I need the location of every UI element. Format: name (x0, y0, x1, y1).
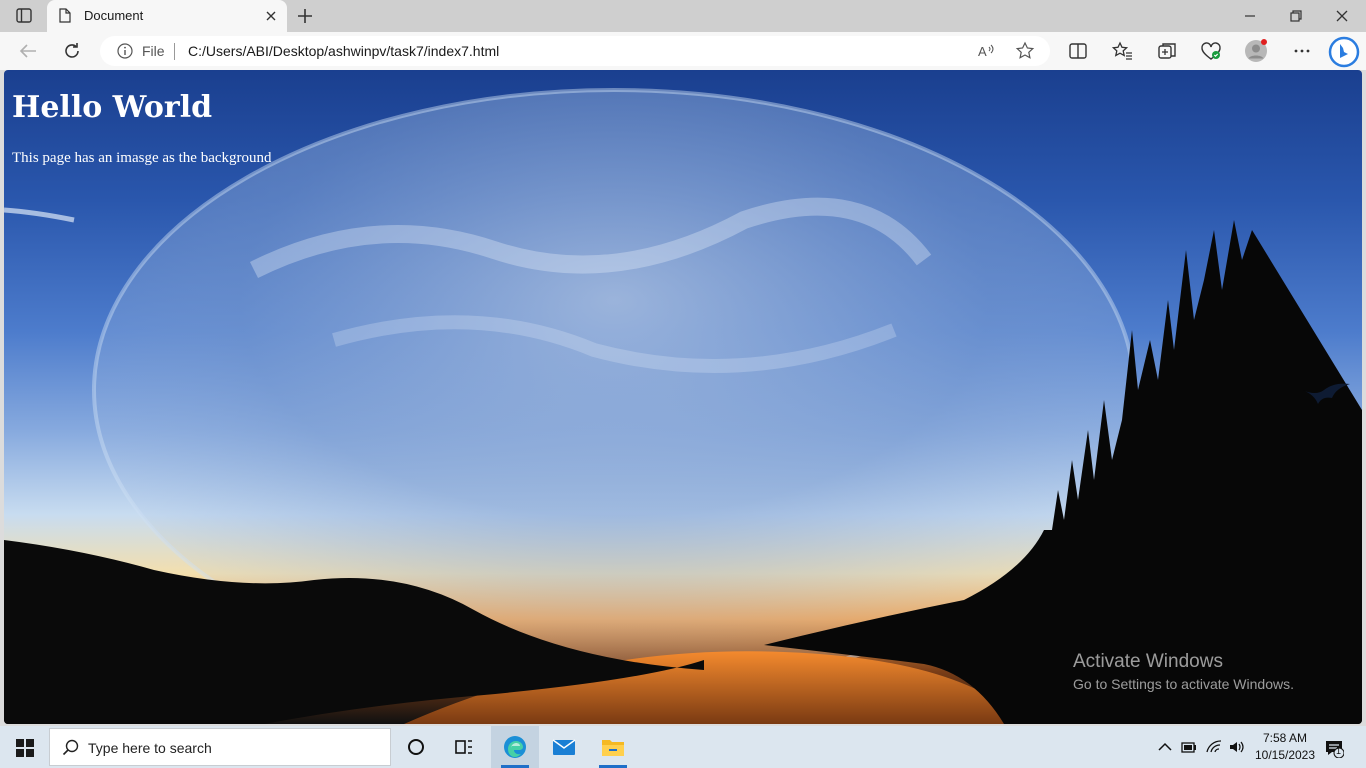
taskbar-edge-button[interactable] (491, 726, 539, 768)
page-heading: Hello World (12, 90, 213, 125)
window-close-icon[interactable] (1332, 8, 1352, 24)
watermark-subtitle: Go to Settings to activate Windows. (1073, 676, 1294, 692)
page-viewport: Hello World This page has an imasge as t… (4, 70, 1362, 724)
browser-toolbar: File C:/Users/ABI/Desktop/ashwinpv/task7… (0, 32, 1366, 70)
edge-icon (504, 736, 526, 758)
browser-tab-strip: Document (0, 0, 1366, 32)
svg-text:A: A (978, 44, 987, 59)
search-placeholder: Type here to search (88, 740, 212, 756)
windows-taskbar: Type here to search 7:58 AM 10/15/2023 1 (0, 726, 1366, 768)
favorites-icon[interactable] (1111, 40, 1135, 62)
profile-button[interactable] (1244, 39, 1268, 63)
battery-icon[interactable] (1181, 740, 1197, 754)
activate-windows-watermark: Activate Windows Go to Settings to activ… (1073, 651, 1294, 692)
read-aloud-icon[interactable]: A (976, 41, 996, 61)
search-icon (62, 739, 79, 756)
avatar-icon (1245, 39, 1267, 62)
tab-document[interactable]: Document (47, 0, 287, 32)
refresh-icon[interactable] (60, 40, 84, 62)
taskbar-file-explorer-button[interactable] (589, 726, 637, 768)
favorite-star-icon[interactable] (1015, 41, 1035, 61)
cortana-icon[interactable] (403, 734, 429, 760)
watermark-title: Activate Windows (1073, 651, 1223, 672)
system-clock[interactable]: 7:58 AM 10/15/2023 (1250, 730, 1320, 764)
taskbar-search-box[interactable]: Type here to search (49, 728, 391, 766)
minimize-icon[interactable] (1240, 8, 1260, 24)
background-landscape-image (4, 88, 1362, 724)
browser-essentials-icon[interactable] (1199, 40, 1223, 62)
notification-center-button[interactable]: 1 (1324, 738, 1345, 759)
volume-icon[interactable] (1229, 740, 1245, 754)
document-icon (59, 8, 71, 23)
task-view-icon[interactable] (451, 734, 477, 760)
tab-close-icon[interactable] (263, 8, 279, 24)
clock-time: 7:58 AM (1262, 731, 1308, 745)
site-scheme-label: File (142, 43, 165, 59)
back-arrow-icon[interactable] (16, 40, 40, 62)
chevron-up-icon[interactable] (1157, 740, 1173, 754)
tab-actions-icon (16, 8, 32, 23)
windows-start-icon[interactable] (16, 739, 34, 757)
url-text[interactable]: C:/Users/ABI/Desktop/ashwinpv/task7/inde… (188, 43, 499, 59)
new-tab-icon[interactable] (294, 5, 316, 27)
restore-icon[interactable] (1286, 8, 1306, 24)
file-explorer-icon (602, 740, 624, 756)
notification-count: 1 (1336, 746, 1342, 756)
mail-icon[interactable] (551, 734, 577, 760)
wifi-icon[interactable] (1206, 740, 1222, 754)
page-paragraph: This page has an imasge as the backgroun… (12, 150, 272, 166)
bing-copilot-icon[interactable] (1328, 36, 1360, 68)
address-divider (174, 43, 175, 60)
tab-title: Document (84, 8, 144, 23)
info-icon[interactable] (117, 43, 133, 59)
collections-icon[interactable] (1155, 40, 1179, 62)
clock-date: 10/15/2023 (1254, 748, 1316, 762)
split-screen-icon[interactable] (1066, 40, 1090, 62)
more-options-icon[interactable] (1290, 40, 1314, 62)
tab-actions-button[interactable] (12, 6, 36, 26)
address-bar[interactable]: File C:/Users/ABI/Desktop/ashwinpv/task7… (100, 36, 1050, 66)
